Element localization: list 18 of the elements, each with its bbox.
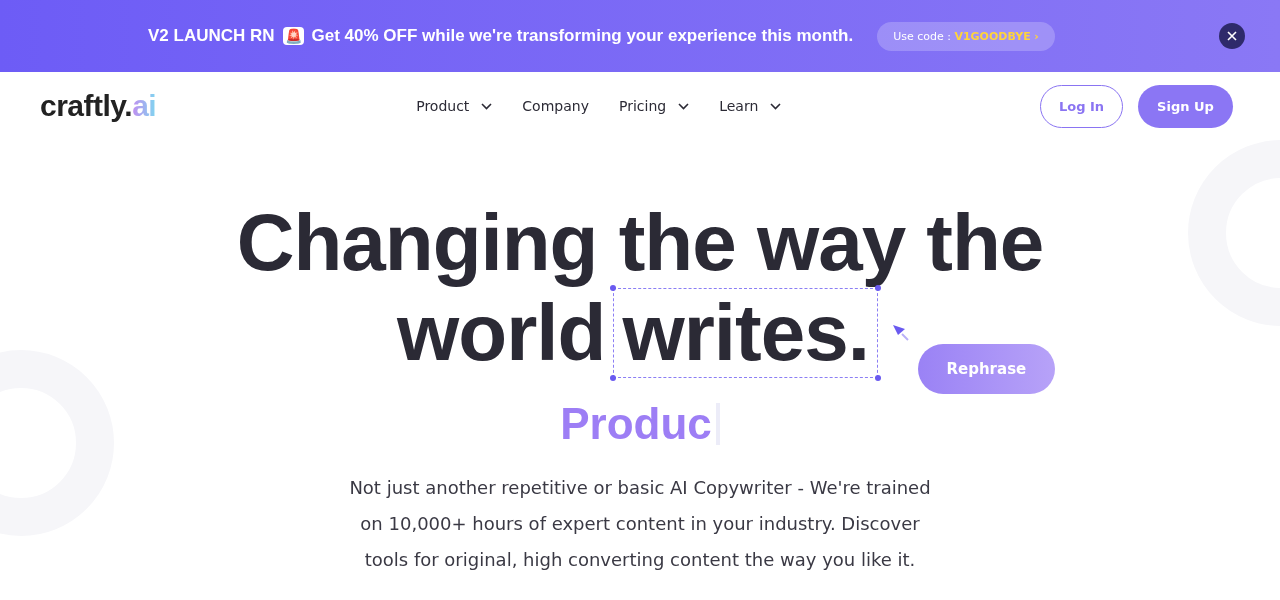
hero-heading: Changing the way the xyxy=(236,198,1044,288)
nav-link[interactable]: Pricing xyxy=(618,98,690,114)
selected-word: writes. xyxy=(622,288,869,378)
hero-description: Not just another repetitive or basic AI Copywriter - We're trained on 10,000+ hours of expert content in your industry. Discover tools for original, high converting content the way you like it. xyxy=(348,476,932,572)
siren-emoji: 🚨 xyxy=(282,27,304,45)
nav-link[interactable]: Learn xyxy=(719,98,782,114)
close-button[interactable] xyxy=(1219,23,1245,49)
pointer-icon xyxy=(891,324,910,342)
nav-link[interactable]: Product xyxy=(416,98,493,114)
promo-headline: V2 LAUNCH RN xyxy=(148,26,275,46)
signup-button[interactable]: Sign Up xyxy=(1138,84,1233,128)
promo-message: Get 40% OFF while we're transforming your experience this month. xyxy=(311,26,854,46)
close-icon xyxy=(1227,31,1237,41)
nav-link[interactable]: Company xyxy=(522,98,589,114)
typed-text: Produc xyxy=(560,399,712,449)
login-button[interactable]: Log In xyxy=(1040,84,1123,128)
hero-heading: world xyxy=(397,288,606,378)
logo[interactable]: craftly.ai xyxy=(40,89,157,123)
